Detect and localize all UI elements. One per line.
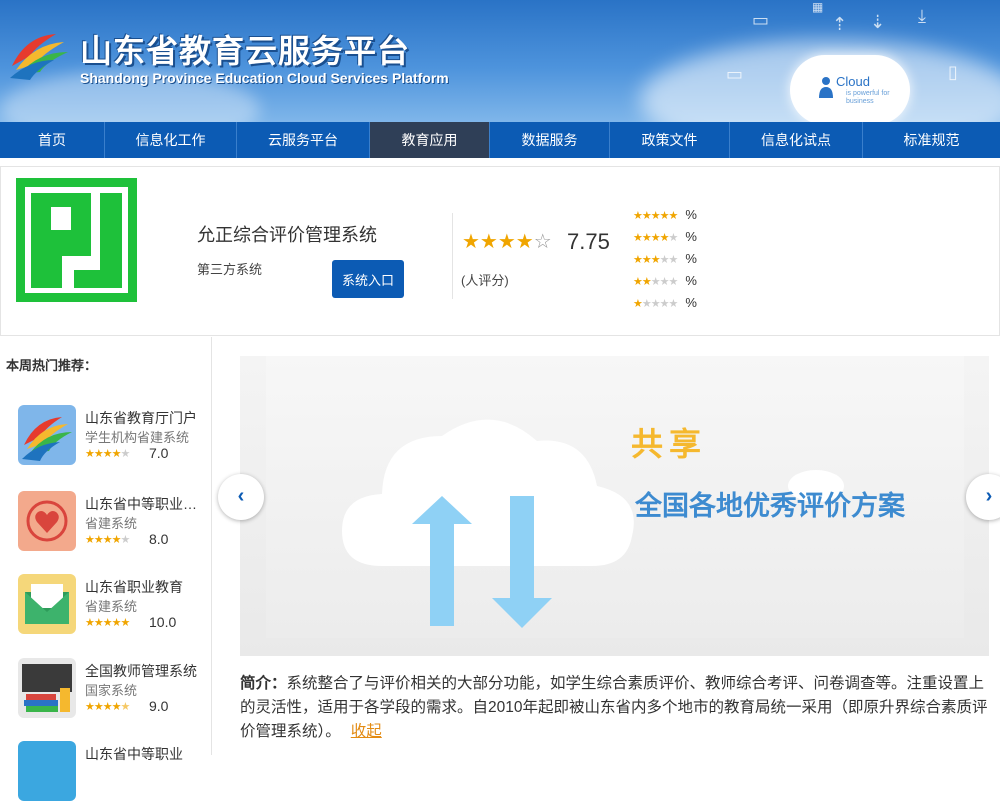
product-logo-icon xyxy=(16,178,137,302)
grid-icon: ▦ xyxy=(812,0,824,14)
rating-row-5: ★★★★★% xyxy=(633,207,697,222)
product-score: 7.75 xyxy=(567,229,610,254)
site-header: 山东省教育云服务平台 Shandong Province Education C… xyxy=(0,0,1000,122)
app-icon[interactable] xyxy=(18,741,76,801)
app-type: 省建系统 xyxy=(85,516,138,531)
star-icons: ★★★★★ xyxy=(633,210,678,222)
cloud-share-icon xyxy=(342,419,634,628)
site-title: 山东省教育云服务平台 xyxy=(80,32,411,70)
carousel-prev-button[interactable]: ‹ xyxy=(218,474,264,520)
books-icon[interactable] xyxy=(18,658,76,718)
product-panel: 允正综合评价管理系统 第三方系统 系统入口 ★★★★☆ 7.75 (人评分) ★… xyxy=(0,166,1000,336)
product-name: 允正综合评价管理系统 xyxy=(197,225,377,245)
hot-recommendations-sidebar: 本周热门推荐： 山东省教育厅门户 学生机构省建系统 ★★★★★ 7.0 山东省中… xyxy=(0,337,212,801)
nav-item-cloud-platform[interactable]: 云服务平台 xyxy=(237,122,370,158)
intro-label: 简介： xyxy=(240,675,287,692)
rating-row-4: ★★★★★% xyxy=(633,229,697,244)
list-item[interactable]: 山东省中等职业学校 省建系统 ★★★★★ 8.0 xyxy=(18,491,212,553)
nav-item-informatization[interactable]: 信息化工作 xyxy=(105,122,237,158)
list-item[interactable]: 山东省中等职业 xyxy=(18,741,212,803)
banner-subline: 全国各地优秀评价方案 xyxy=(635,491,905,521)
rating-row-1: ★★★★★% xyxy=(633,295,697,310)
app-rating-stars: ★★★★★ xyxy=(85,617,130,629)
app-score: 10.0 xyxy=(149,614,177,630)
product-type: 第三方系统 xyxy=(197,262,263,277)
app-name[interactable]: 山东省中等职业学校 xyxy=(85,494,207,514)
envelope-icon[interactable] xyxy=(18,574,76,634)
rating-row-3: ★★★★★% xyxy=(633,251,697,266)
app-rating-stars: ★★★★★ xyxy=(85,534,130,546)
platform-logo-icon[interactable] xyxy=(6,26,74,82)
app-name[interactable]: 山东省职业教育 xyxy=(85,577,207,597)
sidebar-title: 本周热门推荐： xyxy=(6,358,98,373)
download-tray-icon: ⤓ xyxy=(918,6,926,26)
nav-item-standards[interactable]: 标准规范 xyxy=(863,122,1000,158)
education-platform-logo-icon[interactable] xyxy=(18,405,76,465)
app-name[interactable]: 山东省中等职业 xyxy=(85,744,207,764)
nav-item-policy-docs[interactable]: 政策文件 xyxy=(610,122,730,158)
star-icons: ★★★★★ xyxy=(633,254,678,266)
upload-icon: ⇡ xyxy=(832,14,848,34)
tablet-icon: ▭ xyxy=(752,10,770,30)
cloud-label: Cloud xyxy=(836,74,870,89)
app-name[interactable]: 山东省教育厅门户 xyxy=(85,408,207,428)
rating-count: (人评分) xyxy=(461,273,509,288)
product-rating-stars: ★★★★☆ xyxy=(462,231,552,253)
heart-icon[interactable] xyxy=(18,491,76,551)
nav-item-pilot[interactable]: 信息化试点 xyxy=(730,122,863,158)
nav-item-home[interactable]: 首页 xyxy=(0,122,105,158)
divider xyxy=(452,213,453,299)
nav-item-education-apps[interactable]: 教育应用 xyxy=(370,122,490,158)
rating-row-2: ★★★★★% xyxy=(633,273,697,288)
main-nav: 首页 信息化工作 云服务平台 教育应用 数据服务 政策文件 信息化试点 标准规范 xyxy=(0,122,1000,158)
star-icons: ★★★★★ xyxy=(633,298,678,310)
app-type: 国家系统 xyxy=(85,683,138,698)
app-score: 7.0 xyxy=(149,445,169,461)
app-score: 9.0 xyxy=(149,698,169,714)
app-type: 学生机构省建系统 xyxy=(85,430,190,445)
cloud-tagline: is powerful for business xyxy=(846,90,890,105)
app-rating-stars: ★★★★★ xyxy=(85,448,130,460)
user-icon xyxy=(819,77,833,98)
list-item[interactable]: 山东省教育厅门户 学生机构省建系统 ★★★★★ 7.0 xyxy=(18,405,212,467)
star-icons: ★★★★★ xyxy=(633,276,678,288)
star-icons: ★★★★★ xyxy=(633,232,678,244)
nav-item-data-services[interactable]: 数据服务 xyxy=(490,122,610,158)
rating-distribution: ★★★★★% ★★★★★% ★★★★★% ★★★★★% ★★★★★% xyxy=(633,205,697,315)
app-rating-stars: ★★★★★ xyxy=(85,701,130,713)
collapse-link[interactable]: 收起 xyxy=(351,723,382,740)
list-item[interactable]: 山东省职业教育 省建系统 ★★★★★ 10.0 xyxy=(18,574,212,636)
banner-headline: 共享 xyxy=(631,426,708,462)
phone-icon: ▯ xyxy=(948,62,958,82)
product-intro: 简介：系统整合了与评价相关的大部分功能，如学生综合素质评价、教师综合考评、问卷调… xyxy=(240,672,992,744)
app-score: 8.0 xyxy=(149,531,169,547)
system-entry-button[interactable]: 系统入口 xyxy=(332,260,404,298)
list-item[interactable]: 全国教师管理系统 国家系统 ★★★★★ 9.0 xyxy=(18,658,212,720)
app-name[interactable]: 全国教师管理系统 xyxy=(85,661,207,681)
monitor-icon: ▭ xyxy=(726,64,744,84)
download-icon: ⇣ xyxy=(870,12,886,32)
app-type: 省建系统 xyxy=(85,599,138,614)
site-subtitle: Shandong Province Education Cloud Servic… xyxy=(80,70,449,86)
